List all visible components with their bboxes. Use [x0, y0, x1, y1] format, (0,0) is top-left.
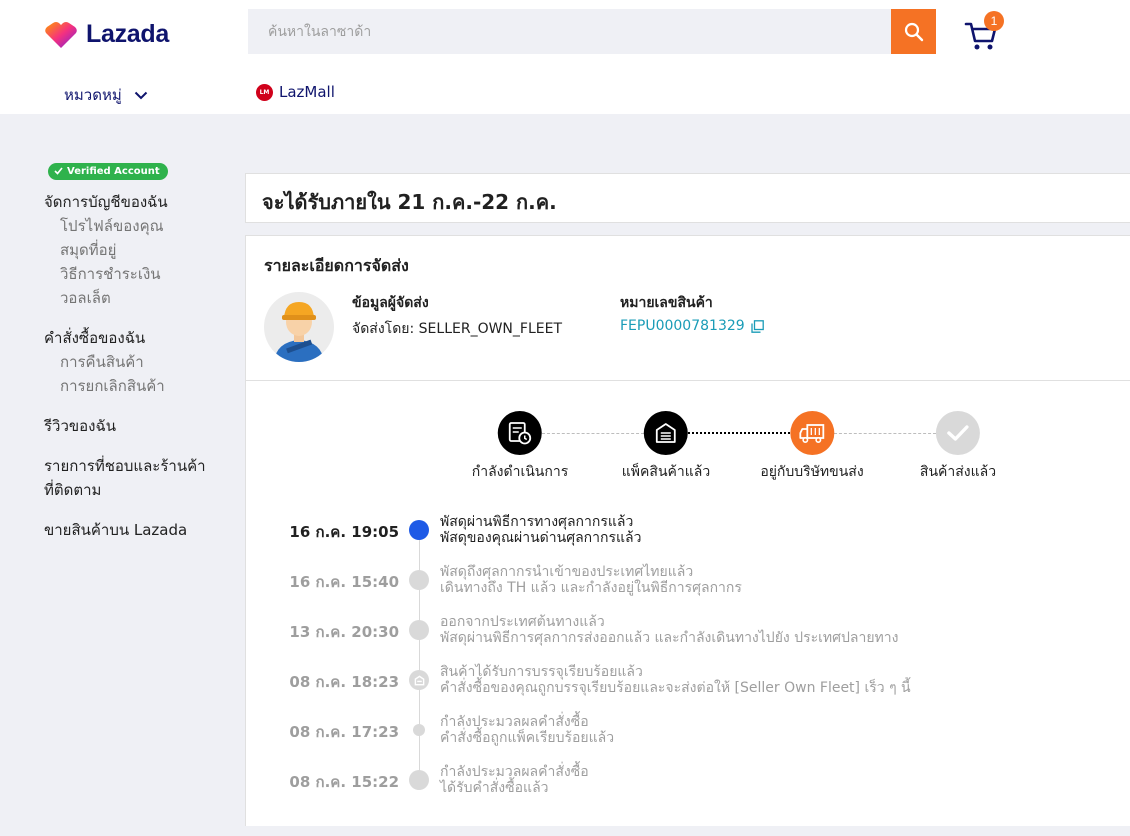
check-icon	[947, 425, 969, 441]
event-time: 08 ก.ค. 15:22	[289, 773, 399, 791]
timeline-event: 16 ก.ค. 19:05 พัสดุผ่านพิธีการทางศุลกากร…	[0, 514, 1130, 554]
timeline-event: 13 ก.ค. 20:30 ออกจากประเทศต้นทางแล้ว พัส…	[0, 614, 1130, 654]
event-dot	[409, 770, 429, 790]
step-label: กำลังดำเนินการ	[471, 464, 569, 480]
timeline-event: 08 ก.ค. 15:22 กำลังประมวลผลคำสั่งซื้อ ได…	[0, 764, 1130, 804]
shipping-title: รายละเอียดการจัดส่ง	[264, 256, 409, 275]
tracking-label: หมายเลขสินค้า	[620, 295, 713, 311]
timeline-event: 08 ก.ค. 18:23 สินค้าได้รับการบรรจุเรียบร…	[0, 664, 1130, 704]
copy-icon[interactable]	[751, 319, 764, 333]
carrier-label: ข้อมูลผู้จัดส่ง	[352, 295, 429, 311]
step-label: แพ็คสินค้าแล้ว	[621, 464, 711, 480]
event-dot	[413, 724, 425, 736]
sidebar-reviews-head[interactable]: รีวิวของฉัน	[44, 414, 234, 438]
eta-text: จะได้รับภายใน 21 ก.ค.-22 ก.ค.	[262, 190, 557, 214]
account-sidebar: Verified Account จัดการบัญชีของฉัน โปรไฟ…	[44, 160, 234, 542]
event-dot	[409, 620, 429, 640]
step-label: สินค้าส่งแล้ว	[919, 464, 997, 480]
event-desc: เดินทางถึง TH แล้ว และกำลังอยู่ในพิธีการ…	[440, 580, 742, 596]
lazmall-link[interactable]: LM LazMall	[256, 83, 335, 101]
order-receipt-icon	[509, 422, 532, 445]
sidebar-item-cancellations[interactable]: การยกเลิกสินค้า	[44, 374, 234, 398]
event-time: 16 ก.ค. 15:40	[289, 573, 399, 591]
sidebar-account-head[interactable]: จัดการบัญชีของฉัน	[44, 190, 234, 214]
step-label: อยู่กับบริษัทขนส่ง	[760, 464, 864, 480]
sidebar-item-address-book[interactable]: สมุดที่อยู่	[44, 238, 234, 262]
sidebar-item-payment[interactable]: วิธีการชำระเงิน	[44, 262, 234, 286]
logo-text: Lazada	[86, 20, 169, 48]
event-dot	[409, 670, 429, 690]
timeline-event: 16 ก.ค. 15:40 พัสดุถึงศุลกากรนำเข้าของปร…	[0, 564, 1130, 604]
event-title: กำลังประมวลผลคำสั่งซื้อ	[440, 764, 589, 780]
event-desc: ได้รับคำสั่งซื้อแล้ว	[440, 780, 549, 796]
search-icon	[904, 22, 923, 41]
lazada-heart-icon	[45, 21, 77, 48]
tracking-number-link[interactable]: FEPU0000781329	[620, 318, 764, 334]
lazmall-label: LazMall	[279, 83, 335, 101]
chevron-down-icon	[134, 91, 147, 99]
event-dot	[409, 570, 429, 590]
sidebar-item-wallet[interactable]: วอลเล็ต	[44, 286, 234, 310]
truck-icon	[799, 424, 824, 443]
lazada-logo[interactable]: Lazada	[44, 20, 169, 49]
search-button[interactable]	[891, 9, 936, 54]
lazmall-icon: LM	[256, 83, 273, 101]
warehouse-icon	[414, 675, 424, 685]
step-with-carrier: อยู่กับบริษัทขนส่ง	[760, 411, 864, 483]
carrier-value: จัดส่งโดย: SELLER_OWN_FLEET	[352, 321, 562, 337]
event-title: พัสดุผ่านพิธีการทางศุลกากรแล้ว	[440, 514, 634, 530]
event-time: 16 ก.ค. 19:05	[289, 523, 399, 541]
step-processing: กำลังดำเนินการ	[471, 411, 569, 483]
warehouse-icon	[656, 423, 676, 443]
sidebar-wishlist-head[interactable]: รายการที่ชอบและร้านค้า ที่ติดตาม	[44, 454, 234, 502]
event-title: กำลังประมวลผลคำสั่งซื้อ	[440, 714, 589, 730]
verified-badge: Verified Account	[48, 162, 168, 180]
step-delivered: สินค้าส่งแล้ว	[920, 411, 996, 483]
event-title: สินค้าได้รับการบรรจุเรียบร้อยแล้ว	[440, 664, 643, 680]
search-input[interactable]	[248, 9, 891, 54]
event-desc: พัสดุของคุณผ่านด่านศุลกากรแล้ว	[440, 530, 642, 546]
timeline-event: 08 ก.ค. 17:23 กำลังประมวลผลคำสั่งซื้อ คำ…	[0, 714, 1130, 754]
search-bar	[248, 9, 936, 54]
cart-count-badge: 1	[984, 11, 1004, 31]
category-menu[interactable]: หมวดหมู่	[64, 83, 148, 107]
category-label: หมวดหมู่	[64, 86, 122, 104]
sidebar-item-profile[interactable]: โปรไฟล์ของคุณ	[44, 214, 234, 238]
check-icon	[54, 167, 63, 175]
event-time: 08 ก.ค. 18:23	[289, 673, 399, 691]
event-title: พัสดุถึงศุลกากรนำเข้าของประเทศไทยแล้ว	[440, 564, 694, 580]
site-header: Lazada 1 หมวดหมู่ LM LazMall	[0, 0, 1130, 114]
event-desc: คำสั่งซื้อถูกแพ็คเรียบร้อยแล้ว	[440, 730, 615, 746]
step-packed: แพ็คสินค้าแล้ว	[622, 411, 710, 483]
event-title: ออกจากประเทศต้นทางแล้ว	[440, 614, 605, 630]
event-dot	[409, 520, 429, 540]
courier-avatar	[264, 292, 334, 362]
cart-button[interactable]: 1	[964, 11, 1004, 54]
event-time: 08 ก.ค. 17:23	[289, 723, 399, 741]
event-desc: คำสั่งซื้อของคุณถูกบรรจุเรียบร้อยและจะส่…	[440, 680, 911, 696]
event-desc: พัสดุผ่านพิธีการศุลกากรส่งออกแล้ว และกำล…	[440, 630, 899, 646]
sidebar-orders-head[interactable]: คำสั่งซื้อของฉัน	[44, 326, 234, 350]
event-time: 13 ก.ค. 20:30	[289, 623, 399, 641]
shipping-details-card: รายละเอียดการจัดส่ง ข้อมูลผู้จัดส่ง จัดส…	[245, 235, 1130, 381]
eta-card: จะได้รับภายใน 21 ก.ค.-22 ก.ค.	[245, 173, 1130, 223]
sidebar-item-returns[interactable]: การคืนสินค้า	[44, 350, 234, 374]
